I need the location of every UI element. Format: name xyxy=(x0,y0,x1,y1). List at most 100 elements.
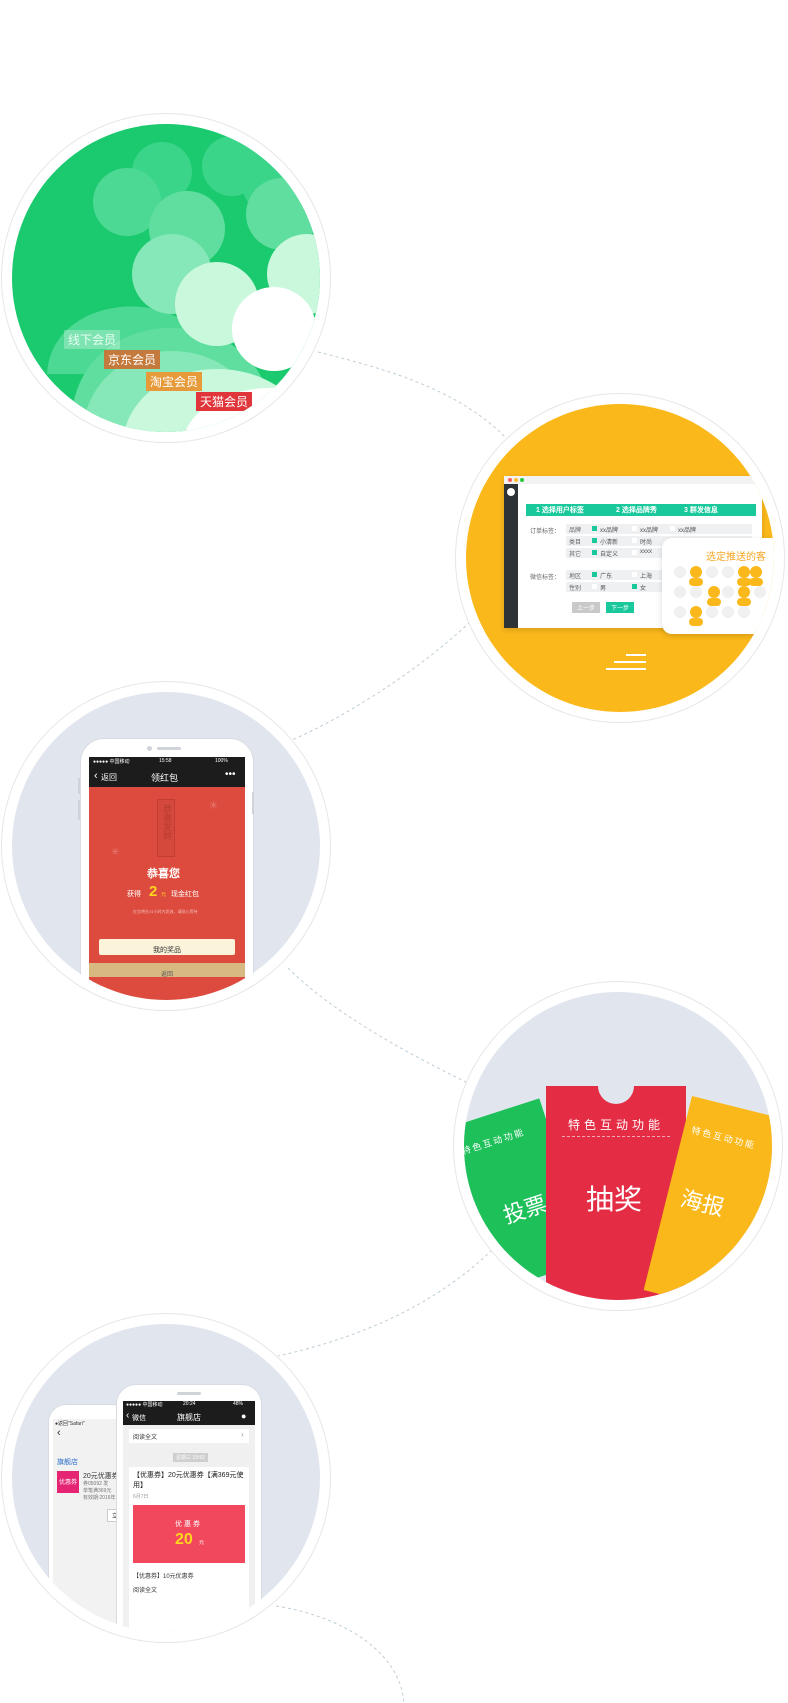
phone-camera xyxy=(147,746,152,751)
lottery-ticket-header: 特色互动功能 xyxy=(568,1118,665,1132)
connector-3-4 xyxy=(287,967,467,1083)
date-badge: 星期三 19:52 xyxy=(173,1453,208,1462)
checkbox-icon[interactable] xyxy=(670,526,675,531)
tag-option: xx品牌 xyxy=(640,528,659,534)
checkbox-icon[interactable] xyxy=(592,584,597,589)
profile-icon[interactable]: ● xyxy=(241,1411,246,1421)
step-1[interactable]: 1 选择用户标签 xyxy=(536,505,584,515)
read-full-label: 阅读全文 xyxy=(133,1435,158,1441)
reward-prefix: 获得 xyxy=(127,891,141,898)
status-battery: 100% xyxy=(215,758,228,764)
phone-side-button xyxy=(252,792,254,814)
next-step-button[interactable]: 下一步 xyxy=(606,602,635,613)
return-label: 返回 xyxy=(160,972,173,978)
phone-screen: ●●●●● 中国移动 15:58 100% ‹ 返回 领红包 ••• 恭喜发财 … xyxy=(89,757,245,1000)
connector-1-2 xyxy=(317,351,509,441)
sidebar-heart-icon xyxy=(507,488,515,496)
coupon-banner-label: 优惠券 xyxy=(175,1521,202,1528)
tag-row-brand: 品牌 xx品牌 xx品牌 xx品牌 xyxy=(566,524,752,534)
back-chevron-icon[interactable]: ‹ xyxy=(126,1410,129,1421)
wechat-tags-label: 微信标签： xyxy=(530,575,561,581)
tag-option: xx品牌 xyxy=(678,528,697,534)
checkbox-icon[interactable] xyxy=(592,526,597,531)
footer-read-full[interactable]: 阅读全文 xyxy=(133,1585,157,1594)
step-2[interactable]: 2 选择品牌秀 xyxy=(616,505,657,515)
tag-jd-members: 京东会员 xyxy=(104,350,161,369)
interactive-features-circle: 特色互动功能 投票 特色互动功能 抽奖 特色互动功能 海报 xyxy=(464,992,772,1300)
my-prizes-button[interactable]: 我的奖品 xyxy=(99,939,235,955)
status-bar: ●●●●● 中国移动 15:58 100% xyxy=(89,757,245,767)
red-packet-stamp: 恭喜发财 xyxy=(157,799,175,857)
connector-2-3 xyxy=(291,621,471,741)
status-carrier: ●●●●● 中国移动 xyxy=(126,1402,163,1408)
front-phone: ●●●●● 中国移动 20:24 48% ‹ 微信 旗舰店 ● 阅读全文 › 星… xyxy=(116,1384,262,1632)
back-phone-shop-label: 旗舰店 xyxy=(57,1459,78,1466)
coupon-article-card[interactable]: 【优惠券】20元优惠券【满369元使用】 6月7日 优惠券 20 元 【优惠券】… xyxy=(129,1467,249,1632)
back-phone-back-icon[interactable]: ‹ xyxy=(57,1427,61,1439)
selected-customers-popup: 选定推送的客 xyxy=(662,538,774,634)
status-time: 20:24 xyxy=(183,1401,196,1407)
checkbox-icon[interactable] xyxy=(632,584,637,589)
coupon-badge: 优惠券 xyxy=(57,1471,79,1493)
tag-option: 小清新 xyxy=(600,540,619,546)
row-name: 品牌 xyxy=(569,528,582,534)
tag-option: 时尚 xyxy=(640,540,653,546)
coupon-line: 单笔满369元 xyxy=(83,1488,112,1494)
checkbox-icon[interactable] xyxy=(632,550,637,555)
row-name: 其它 xyxy=(569,552,582,558)
read-full-row[interactable]: 阅读全文 › xyxy=(129,1429,249,1443)
congrats-text: 恭喜您 xyxy=(147,868,180,880)
checkbox-icon[interactable] xyxy=(632,526,637,531)
stamp-text: 恭喜发财 xyxy=(162,804,172,840)
coupon-banner-unit: 元 xyxy=(199,1540,205,1546)
speed-lines xyxy=(606,654,646,670)
chevron-right-icon: › xyxy=(241,1430,244,1439)
coupon-banner-amount: 20 xyxy=(175,1531,193,1548)
order-tags-label: 订单标签： xyxy=(530,529,561,535)
status-bar: ●●●●● 中国移动 20:24 48% xyxy=(123,1401,255,1409)
prev-step-button[interactable]: 上一步 xyxy=(572,602,601,613)
ticket-notch xyxy=(598,1068,634,1104)
phone-frame: ●●●●● 中国移动 15:58 100% ‹ 返回 领红包 ••• 恭喜发财 … xyxy=(80,738,254,1000)
step-3[interactable]: 3 群发信息 xyxy=(684,505,718,515)
connector-5-bottom xyxy=(275,1605,405,1703)
connector-4-5 xyxy=(277,1249,493,1357)
tag-tmall-members: 天猫会员 xyxy=(196,392,253,411)
member-segments-circle: 线下会员 京东会员 淘宝会员 天猫会员 xyxy=(12,124,320,432)
tag-option: 上海 xyxy=(640,574,653,580)
row-name: 性别 xyxy=(569,586,582,592)
footer-item: 【优惠券】10元优惠券 xyxy=(133,1574,194,1580)
checkbox-icon[interactable] xyxy=(592,572,597,577)
sparkle-icon: ✳ xyxy=(209,800,219,812)
row-name: 地区 xyxy=(569,574,582,580)
nav-title: 领红包 xyxy=(151,773,179,783)
close-dot-icon xyxy=(508,478,512,482)
checkbox-icon[interactable] xyxy=(592,550,597,555)
tag-option: 广东 xyxy=(600,574,613,580)
red-packet-circle: ●●●●● 中国移动 15:58 100% ‹ 返回 领红包 ••• 恭喜发财 … xyxy=(12,692,320,1000)
back-button[interactable]: 返回 xyxy=(101,772,117,783)
article-date: 6月7日 xyxy=(133,1494,149,1500)
tag-option: xxxx xyxy=(640,549,652,555)
checkbox-icon[interactable] xyxy=(592,538,597,543)
window-titlebar xyxy=(504,476,762,484)
coupon-line: 券05092 发 xyxy=(83,1481,109,1487)
vote-label: 投票 xyxy=(500,1191,550,1229)
sparkle-icon: ✳ xyxy=(111,847,120,858)
nav-title: 旗舰店 xyxy=(177,1413,201,1422)
vote-ticket-header: 特色互动功能 xyxy=(464,1126,527,1157)
phone-speaker xyxy=(177,1392,201,1395)
more-icon[interactable]: ••• xyxy=(225,769,236,780)
coupon-badge-label: 优惠券 xyxy=(58,1480,77,1486)
reward-line: 获得 2 元 现金红包 xyxy=(127,883,227,901)
checkbox-icon[interactable] xyxy=(632,572,637,577)
coupon-banner: 优惠券 20 元 xyxy=(133,1505,245,1563)
return-bar[interactable]: 返回 xyxy=(89,963,245,978)
back-chevron-icon[interactable]: ‹ xyxy=(94,770,98,782)
checkbox-icon[interactable] xyxy=(632,538,637,543)
phone-speaker xyxy=(157,747,181,750)
flagship-store-circle: ●返回"Safari" 20 ‹ 旗 旗舰店 优惠券 20元优惠券 券05092… xyxy=(12,1324,320,1632)
tag-option: 自定义 xyxy=(600,552,619,558)
back-button[interactable]: 微信 xyxy=(132,1413,146,1423)
tag-option: xx品牌 xyxy=(600,528,619,534)
